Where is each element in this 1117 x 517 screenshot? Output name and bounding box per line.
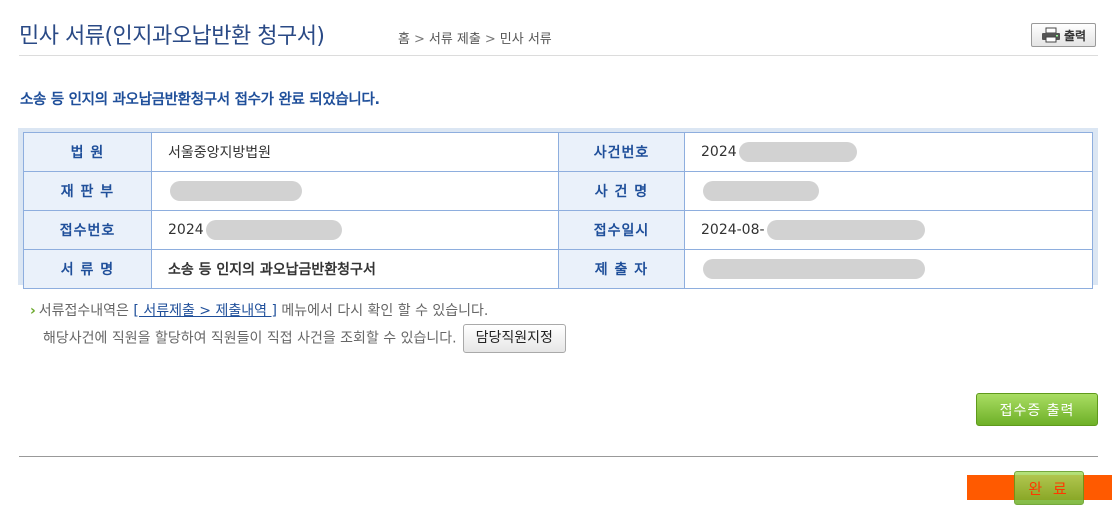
note-text-assign: 해당사건에 직원을 할당하여 직원들이 직접 사건을 조회할 수 있습니다. (43, 330, 457, 347)
doc-name-label: 서 류 명 (23, 249, 152, 289)
breadcrumb-separator: > (484, 32, 496, 47)
receipt-date-label: 접수일시 (558, 210, 685, 250)
doc-name-value: 소송 등 인지의 과오납금반환청구서 (151, 249, 559, 289)
header-divider (19, 55, 1098, 56)
redacted-mask (205, 220, 342, 240)
redacted-mask (703, 181, 819, 201)
receipt-date-value: 2024-08- (701, 222, 765, 238)
table-row: 재 판 부 사 건 명 (23, 171, 1093, 211)
note-line-1: › 서류접수내역은 [ 서류제출 > 제출내역 ] 메뉴에서 다시 확인 할 수 … (30, 298, 566, 324)
chevron-right-icon: › (30, 303, 36, 319)
breadcrumb-civil-doc[interactable]: 민사 서류 (500, 32, 552, 47)
completion-message: 소송 등 인지의 과오납금반환청구서 접수가 완료 되었습니다. (20, 92, 380, 108)
submitter-cell (684, 249, 1093, 289)
redacted-mask (703, 259, 925, 279)
receipt-no-value: 2024 (168, 222, 204, 238)
info-note: › 서류접수내역은 [ 서류제출 > 제출내역 ] 메뉴에서 다시 확인 할 수 … (30, 298, 566, 353)
receipt-date-cell: 2024-08- (684, 210, 1093, 250)
note-text-pre: 서류접수내역은 (38, 303, 129, 319)
court-value: 서울중앙지방법원 (151, 132, 559, 172)
redacted-mask (738, 142, 857, 162)
case-name-cell (684, 171, 1093, 211)
table-row: 서 류 명 소송 등 인지의 과오납금반환청구서 제 출 자 (23, 249, 1093, 289)
print-button[interactable]: 출력 (1031, 23, 1096, 47)
receipt-no-cell: 2024 (151, 210, 559, 250)
table-row: 법 원 서울중앙지방법원 사건번호 2024 (23, 132, 1093, 172)
page-title: 민사 서류(인지과오납반환 청구서) (19, 24, 325, 49)
redacted-mask (766, 220, 925, 240)
submission-history-link[interactable]: [ 서류제출 > 제출내역 ] (133, 303, 277, 319)
receipt-info-table: 법 원 서울중앙지방법원 사건번호 2024 재 판 부 사 건 명 접수번호 … (23, 132, 1093, 289)
submitter-label: 제 출 자 (558, 249, 685, 289)
complete-button[interactable]: 완 료 (1014, 471, 1084, 505)
print-label: 출력 (1063, 28, 1087, 43)
note-line-2: 해당사건에 직원을 할당하여 직원들이 직접 사건을 조회할 수 있습니다. 담당… (30, 324, 566, 353)
printer-icon (1041, 27, 1061, 43)
case-no-value: 2024 (701, 144, 737, 160)
breadcrumb-home[interactable]: 홈 (398, 32, 410, 47)
table-row: 접수번호 2024 접수일시 2024-08- (23, 210, 1093, 250)
case-name-label: 사 건 명 (558, 171, 685, 211)
breadcrumb-doc-submit[interactable]: 서류 제출 (429, 32, 481, 47)
court-label: 법 원 (23, 132, 152, 172)
breadcrumb-separator: > (413, 32, 425, 47)
receipt-info-panel: 법 원 서울중앙지방법원 사건번호 2024 재 판 부 사 건 명 접수번호 … (18, 128, 1098, 289)
case-no-cell: 2024 (684, 132, 1093, 172)
breadcrumb: 홈 > 서류 제출 > 민사 서류 (398, 28, 552, 47)
footer-divider (19, 456, 1098, 457)
division-cell (151, 171, 559, 211)
receipt-no-label: 접수번호 (23, 210, 152, 250)
note-text-post: 메뉴에서 다시 확인 할 수 있습니다. (281, 303, 489, 319)
case-no-label: 사건번호 (558, 132, 685, 172)
division-label: 재 판 부 (23, 171, 152, 211)
redacted-mask (170, 181, 302, 201)
print-receipt-button[interactable]: 접수증 출력 (976, 393, 1098, 426)
assign-staff-button[interactable]: 담당직원지정 (462, 324, 566, 353)
